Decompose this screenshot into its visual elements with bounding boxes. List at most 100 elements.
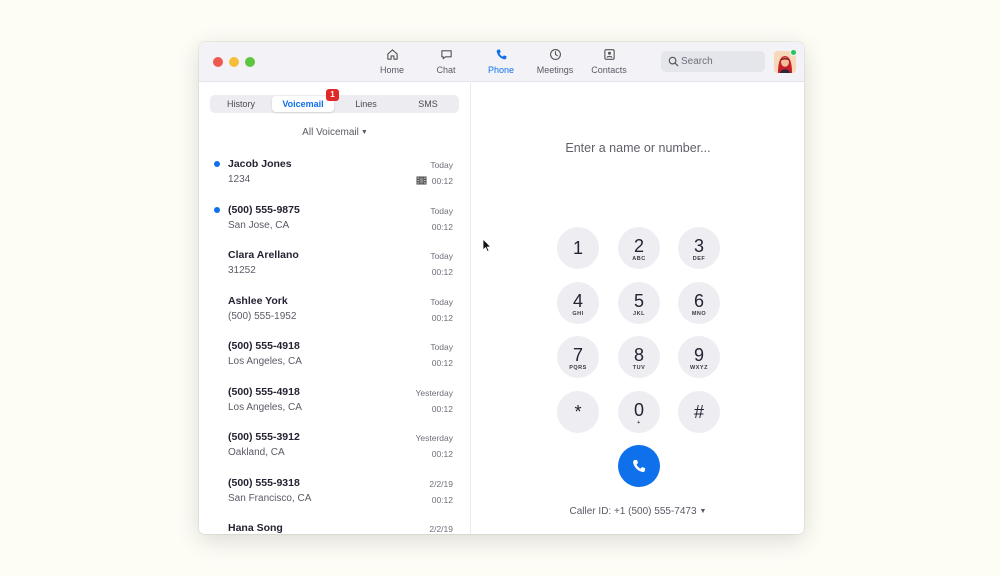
tab-sms[interactable]: SMS	[398, 96, 458, 112]
nav-chat-label: Chat	[436, 65, 456, 75]
caller-id-dropdown[interactable]: Caller ID: +1 (500) 555-7473 ▼	[512, 506, 764, 517]
maximize-window-button[interactable]	[245, 57, 255, 67]
close-window-button[interactable]	[213, 57, 223, 67]
tab-lines[interactable]: Lines	[335, 96, 397, 112]
voicemail-duration: 00:12	[431, 221, 453, 232]
voicemail-list: Jacob Jones 1234 Today 00:12 (500) 555-9875 S…	[199, 153, 470, 534]
voicemail-row[interactable]: (500) 555-4918 Los Angeles, CA Today 00:12	[199, 335, 470, 381]
video-icon	[416, 176, 427, 185]
voicemail-date: Today	[430, 251, 453, 261]
dial-key-letters: JKL	[633, 311, 645, 317]
dial-key-pound[interactable]: #	[678, 391, 720, 433]
dial-key-letters: TUV	[632, 365, 646, 371]
voicemail-caller-detail: Oakland, CA	[228, 447, 285, 458]
nav-meetings[interactable]: Meetings	[526, 48, 584, 78]
voicemail-caller-name: (500) 555-3912	[228, 431, 300, 443]
voicemail-caller-detail: San Francisco, CA	[228, 492, 312, 504]
dial-key-9[interactable]: 9 WXYZ	[678, 336, 720, 378]
clock-icon	[549, 49, 561, 60]
contacts-icon	[603, 49, 615, 60]
search-input[interactable]	[681, 51, 763, 72]
nav-phone[interactable]: Phone	[472, 48, 530, 78]
voicemail-date: 2/2/19	[429, 478, 453, 489]
dial-key-letters: ABC	[632, 256, 646, 262]
dial-key-digit: 1	[572, 238, 583, 258]
minimize-window-button[interactable]	[229, 57, 239, 67]
dial-number-input[interactable]	[512, 138, 764, 158]
search-box[interactable]	[661, 51, 765, 72]
voicemail-date: Today	[430, 342, 453, 352]
dial-key-digit: *	[574, 402, 582, 422]
dial-key-digit: 4	[572, 291, 583, 311]
voicemail-duration: 00:12	[431, 176, 453, 186]
call-button[interactable]	[618, 445, 660, 487]
dial-key-letters: MNO	[691, 311, 707, 317]
dialer-panel: 12ABC3DEF4GHI5JKL6MNO7PQRS8TUV9WXYZ*0+# …	[472, 83, 804, 534]
voicemail-row[interactable]: Hana Song 2/2/19	[199, 517, 470, 534]
voicemail-row[interactable]: Clara Arellano 31252 Today 00:12	[199, 244, 470, 290]
unread-indicator-icon	[214, 161, 220, 167]
voicemail-duration: 00:12	[431, 267, 453, 277]
voicemail-row[interactable]: (500) 555-9318 San Francisco, CA 2/2/19 00:…	[199, 472, 470, 518]
dial-key-6[interactable]: 6 MNO	[678, 282, 720, 324]
voicemail-filter-label: All Voicemail	[302, 127, 359, 138]
dial-key-letters: WXYZ	[690, 365, 708, 371]
voicemail-caller-detail: (500) 555-1952	[228, 310, 297, 322]
voicemail-filter-dropdown[interactable]: All Voicemail ▼	[199, 127, 470, 138]
mouse-cursor-icon	[482, 238, 492, 253]
voicemail-duration: 00:12	[431, 494, 453, 505]
phone-icon	[496, 49, 507, 60]
nav-home-label: Home	[379, 65, 404, 75]
voicemail-row[interactable]: (500) 555-9875 San Jose, CA Today 00:12	[199, 199, 470, 245]
search-icon	[668, 56, 679, 67]
nav-home[interactable]: Home	[363, 48, 421, 78]
voicemail-panel: History Voicemail Lines SMS 1 All Voicem…	[199, 83, 471, 534]
voicemail-caller-name: (500) 555-9875	[228, 203, 300, 216]
voicemail-caller-name: Ashlee York	[228, 294, 288, 307]
chevron-down-icon: ▼	[360, 129, 368, 136]
voicemail-caller-detail: San Jose, CA	[228, 219, 290, 231]
dial-key-4[interactable]: 4 GHI	[557, 282, 599, 324]
voicemail-date: Yesterday	[415, 387, 454, 398]
dial-key-2[interactable]: 2 ABC	[618, 227, 660, 269]
dial-key-star[interactable]: *	[557, 391, 599, 433]
tab-voicemail[interactable]: Voicemail	[272, 96, 334, 112]
dial-key-1[interactable]: 1	[557, 227, 599, 269]
dial-key-8[interactable]: 8 TUV	[618, 336, 660, 378]
tab-history[interactable]: History	[211, 96, 271, 112]
voicemail-row[interactable]: Jacob Jones 1234 Today 00:12	[199, 153, 470, 199]
dial-key-digit: 7	[572, 345, 583, 365]
voicemail-date: Yesterday	[415, 433, 454, 443]
voicemail-duration: 00:12	[431, 358, 453, 368]
unread-indicator-icon	[214, 206, 220, 213]
voicemail-caller-name: Clara Arellano	[228, 249, 299, 261]
dial-key-5[interactable]: 5 JKL	[618, 282, 660, 324]
nav-contacts[interactable]: Contacts	[580, 48, 638, 78]
dial-key-digit: 3	[693, 236, 704, 256]
dial-key-digit: 8	[633, 345, 644, 365]
title-bar: Home Chat Phone Meetings Contacts	[199, 42, 804, 82]
voicemail-caller-name: (500) 555-4918	[228, 385, 300, 398]
nav-chat[interactable]: Chat	[417, 48, 475, 78]
dial-key-digit: #	[693, 402, 704, 422]
voicemail-caller-detail: 31252	[228, 265, 256, 276]
dial-key-7[interactable]: 7 PQRS	[557, 336, 599, 378]
dial-key-0[interactable]: 0 +	[618, 391, 660, 433]
voicemail-caller-detail: Los Angeles, CA	[228, 401, 302, 413]
dial-key-digit: 0	[633, 400, 644, 420]
voicemail-row[interactable]: (500) 555-4918 Los Angeles, CA Yesterday 00…	[199, 381, 470, 427]
voicemail-duration: 00:12	[431, 312, 453, 323]
dial-key-digit: 6	[693, 291, 704, 311]
voicemail-duration: 00:12	[431, 449, 453, 459]
voicemail-date: 2/2/19	[429, 524, 453, 534]
voicemail-caller-detail: Los Angeles, CA	[228, 356, 302, 367]
voicemail-date: Today	[430, 205, 453, 216]
dial-key-digit: 2	[633, 236, 644, 256]
voicemail-row[interactable]: Ashlee York (500) 555-1952 Today 00:12	[199, 290, 470, 336]
dial-key-3[interactable]: 3 DEF	[678, 227, 720, 269]
voicemail-caller-name: (500) 555-9318	[228, 476, 300, 489]
voicemail-caller-name: (500) 555-4918	[228, 340, 300, 352]
nav-phone-label: Phone	[487, 65, 515, 75]
voicemail-row[interactable]: (500) 555-3912 Oakland, CA Yesterday 00:12	[199, 426, 470, 472]
voicemail-caller-detail: 1234	[228, 174, 251, 185]
